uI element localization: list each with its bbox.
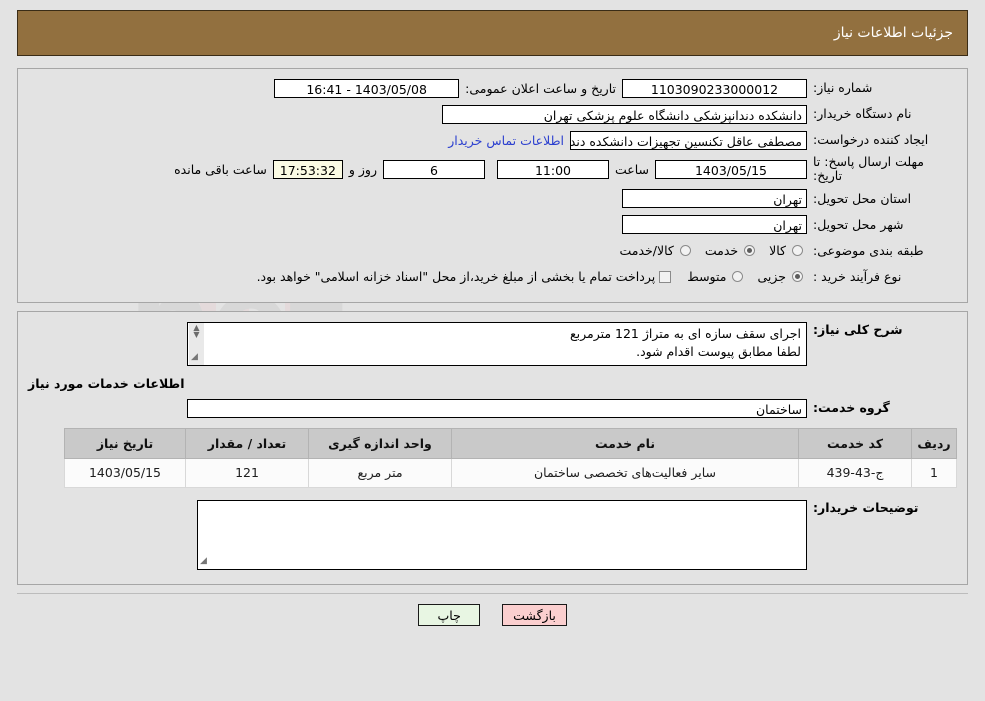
page-title: جزئیات اطلاعات نیاز xyxy=(833,25,953,41)
row-creator: ایجاد کننده درخواست: مصطفی عاقل تکنسین ت… xyxy=(28,129,957,151)
services-panel: شرح کلی نیاز: اجرای سقف سازه ای به متراژ… xyxy=(17,310,968,585)
col-name: نام خدمت xyxy=(451,427,799,459)
table-row: 1 ج-43-439 سایر فعالیت‌های تخصصی ساختمان… xyxy=(64,457,957,488)
row-category: طبقه بندی موضوعی: کالا خدمت کالا/خدمت xyxy=(28,240,957,262)
buyer-contact-link[interactable]: اطلاعات تماس خریدار xyxy=(442,133,570,148)
cell-index: 1 xyxy=(911,457,957,488)
cell-quantity: 121 xyxy=(185,457,309,488)
province-label: استان محل تحویل: xyxy=(813,190,912,206)
radio-process-0-label: جزیی xyxy=(757,269,786,285)
buyer-org-label: نام دستگاه خریدار: xyxy=(813,106,912,122)
countdown-field: 17:53:32 xyxy=(272,159,343,179)
category-label: طبقه بندی موضوعی: xyxy=(813,242,924,258)
row-process-type: نوع فرآیند خرید : جزیی متوسط پرداخت تمام… xyxy=(28,266,957,288)
description-scrollbar[interactable]: ▲ ▼ ◢ xyxy=(188,322,204,365)
row-service-group: گروه خدمت: ساختمان xyxy=(28,398,957,418)
service-group-label: گروه خدمت: xyxy=(813,400,890,416)
buyer-comments-textarea[interactable]: ◢ xyxy=(197,499,807,570)
deadline-time-field[interactable]: 11:00 xyxy=(496,159,609,179)
col-index: ردیف xyxy=(911,427,957,459)
row-deadline: مهلت ارسال پاسخ: تا تاریخ: 1403/05/15 سا… xyxy=(28,154,957,184)
row-need-number: شماره نیاز: 1103090233000012 تاریخ و ساع… xyxy=(28,77,957,99)
radio-category-1[interactable] xyxy=(744,245,756,257)
cell-code: ج-43-439 xyxy=(798,457,912,488)
radio-category-2-label: کالا/خدمت xyxy=(619,243,674,259)
description-label: شرح کلی نیاز: xyxy=(813,321,903,337)
radio-category-2[interactable] xyxy=(679,245,691,257)
cell-unit: متر مربع xyxy=(308,457,452,488)
city-label: شهر محل تحویل: xyxy=(813,216,904,232)
page-header: جزئیات اطلاعات نیاز xyxy=(17,10,968,56)
description-textarea[interactable]: اجرای سقف سازه ای به متراژ 121 مترمربع ل… xyxy=(187,321,807,366)
services-table: ردیف کد خدمت نام خدمت واحد اندازه گیری ت… xyxy=(64,427,957,488)
print-button[interactable]: چاپ xyxy=(418,603,481,626)
row-buyer-org: نام دستگاه خریدار: دانشکده دندانپزشکی دا… xyxy=(28,103,957,125)
deadline-date-field[interactable]: 1403/05/15 xyxy=(655,159,807,179)
col-code: کد خدمت xyxy=(798,427,912,459)
footer-actions: بازگشت چاپ xyxy=(0,594,985,626)
col-unit: واحد اندازه گیری xyxy=(308,427,452,459)
services-section-title: اطلاعات خدمات مورد نیاز xyxy=(28,375,185,391)
row-description: شرح کلی نیاز: اجرای سقف سازه ای به متراژ… xyxy=(28,321,957,366)
service-group-field[interactable]: ساختمان xyxy=(187,398,807,418)
row-city: شهر محل تحویل: تهران xyxy=(28,214,957,236)
radio-category-1-label: خدمت xyxy=(704,243,739,259)
need-number-field[interactable]: 1103090233000012 xyxy=(622,78,807,98)
treasury-checkbox[interactable] xyxy=(659,270,672,283)
province-field[interactable]: تهران xyxy=(622,189,807,209)
back-button[interactable]: بازگشت xyxy=(502,603,567,626)
scroll-up-icon[interactable]: ▲ ▼ xyxy=(193,323,199,338)
cell-name: سایر فعالیت‌های تخصصی ساختمان xyxy=(451,457,799,488)
page-root: جزئیات اطلاعات نیاز شماره نیاز: 11030902… xyxy=(0,10,985,626)
hour-label: ساعت xyxy=(614,161,649,177)
public-announce-label: تاریخ و ساعت اعلان عمومی: xyxy=(465,80,616,96)
need-number-label: شماره نیاز: xyxy=(813,80,873,96)
resize-grip-icon[interactable]: ◢ xyxy=(191,351,198,364)
buyer-comments-label: توضیحات خریدار: xyxy=(813,499,919,515)
need-info-panel: شماره نیاز: 1103090233000012 تاریخ و ساع… xyxy=(17,68,968,303)
col-date: تاریخ نیاز xyxy=(64,427,186,459)
remaining-days-field[interactable]: 6 xyxy=(382,159,485,179)
radio-process-1[interactable] xyxy=(732,271,744,283)
creator-field[interactable]: مصطفی عاقل تکنسین تجهیزات دانشکده دندانپ… xyxy=(570,130,807,150)
radio-process-0[interactable] xyxy=(792,271,803,283)
table-header-row: ردیف کد خدمت نام خدمت واحد اندازه گیری ت… xyxy=(64,427,957,459)
remaining-label: ساعت باقی مانده xyxy=(174,161,267,177)
comments-resize-grip-icon[interactable]: ◢ xyxy=(200,555,207,568)
cell-date: 1403/05/15 xyxy=(64,457,186,488)
col-quantity: تعداد / مقدار xyxy=(185,427,309,459)
creator-label: ایجاد کننده درخواست: xyxy=(813,132,929,148)
radio-process-1-label: متوسط xyxy=(687,269,727,285)
row-buyer-comments: توضیحات خریدار: ◢ xyxy=(28,499,957,570)
days-label: روز و xyxy=(348,161,377,177)
city-field[interactable]: تهران xyxy=(622,215,807,235)
radio-category-0[interactable] xyxy=(792,245,803,257)
treasury-note: پرداخت تمام یا بخشی از مبلغ خرید،از محل … xyxy=(256,269,656,285)
public-announce-field[interactable]: 1403/05/08 - 16:41 xyxy=(274,78,460,98)
deadline-label: مهلت ارسال پاسخ: تا تاریخ: xyxy=(813,154,924,184)
row-province: استان محل تحویل: تهران xyxy=(28,188,957,210)
description-line-2: لطفا مطابق پیوست اقدام شود. xyxy=(636,343,801,359)
radio-category-0-label: کالا xyxy=(769,243,786,259)
buyer-org-field[interactable]: دانشکده دندانپزشکی دانشگاه علوم پزشکی ته… xyxy=(442,104,807,124)
process-label: نوع فرآیند خرید : xyxy=(813,268,902,284)
description-line-1: اجرای سقف سازه ای به متراژ 121 مترمربع xyxy=(569,325,801,341)
